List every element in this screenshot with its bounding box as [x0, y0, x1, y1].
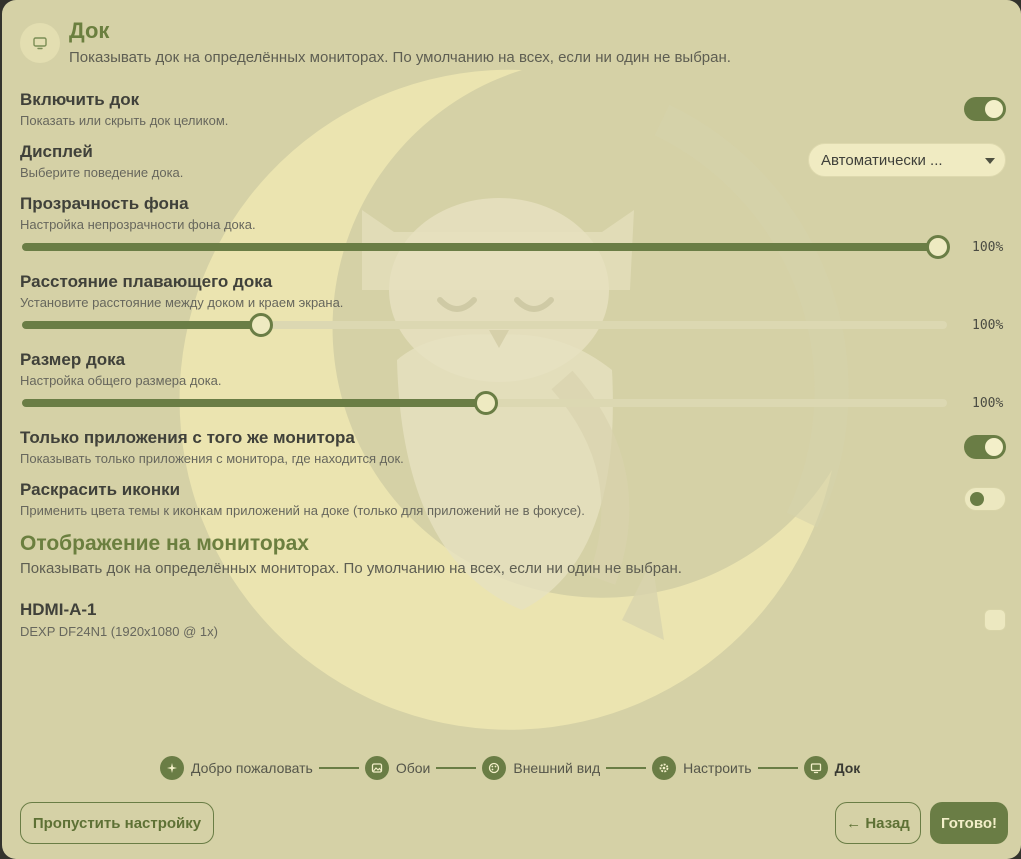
- done-button[interactable]: Готово!: [930, 802, 1008, 844]
- setting-description: Применить цвета темы к иконкам приложени…: [20, 503, 585, 518]
- setting-title: Прозрачность фона: [20, 194, 189, 213]
- toggle-knob: [970, 492, 984, 506]
- step-welcome[interactable]: Добро пожаловать: [160, 756, 313, 780]
- step-dock[interactable]: Док: [803, 756, 861, 780]
- dock-size-slider[interactable]: [22, 391, 947, 415]
- setting-title: Дисплей: [20, 142, 93, 161]
- slider-thumb[interactable]: [925, 235, 950, 259]
- setting-description: Настройка общего размера дока.: [20, 373, 222, 388]
- dock-size-value: 100%: [972, 396, 1004, 411]
- skip-setup-button[interactable]: Пропустить настройку: [20, 802, 214, 844]
- slider-thumb[interactable]: [248, 313, 273, 337]
- setting-description: Выберите поведение дока.: [20, 165, 184, 180]
- slider-fill: [22, 399, 487, 407]
- floating-distance-value: 100%: [972, 318, 1004, 333]
- step-label: Обои: [395, 760, 431, 776]
- palette-icon: [482, 756, 507, 780]
- setting-description: Установите расстояние между доком и крае…: [20, 295, 344, 310]
- step-label: Док: [834, 760, 861, 776]
- setting-bg-opacity: Прозрачность фона Настройка непрозрачнос…: [20, 194, 256, 232]
- enable-dock-toggle[interactable]: [964, 97, 1006, 121]
- step-connector: [318, 767, 359, 769]
- dropdown-value: Автоматически ...: [821, 152, 943, 169]
- setting-description: Настройка непрозрачности фона дока.: [20, 217, 256, 232]
- gear-icon: [652, 756, 677, 780]
- section-title: Отображение на мониторах: [20, 532, 309, 555]
- setting-floating-distance: Расстояние плавающего дока Установите ра…: [20, 272, 343, 310]
- setting-title: Раскрасить иконки: [20, 480, 181, 499]
- setting-title: Расстояние плавающего дока: [20, 272, 273, 291]
- display-mode-dropdown[interactable]: Автоматически ...: [808, 143, 1006, 177]
- setting-title: Только приложения с того же монитора: [20, 428, 355, 447]
- setting-enable-dock: Включить док Показать или скрыть док цел…: [20, 90, 228, 128]
- step-connector: [757, 767, 798, 769]
- setting-display: Дисплей Выберите поведение дока.: [20, 142, 183, 180]
- setting-dock-size: Размер дока Настройка общего размера док…: [20, 350, 222, 388]
- page-subtitle: Показывать док на определённых мониторах…: [69, 49, 731, 66]
- setting-colorize-icons: Раскрасить иконки Применить цвета темы к…: [20, 480, 585, 518]
- sparkles-icon: [160, 756, 184, 780]
- step-wallpaper[interactable]: Обои: [364, 756, 431, 780]
- slider-fill: [22, 321, 261, 329]
- toggle-knob: [985, 100, 1003, 118]
- bg-opacity-value: 100%: [972, 240, 1004, 255]
- toggle-knob: [985, 438, 1003, 456]
- back-button[interactable]: ← Назад: [835, 802, 921, 844]
- colorize-icons-toggle[interactable]: [964, 487, 1006, 511]
- setting-title: Размер дока: [20, 350, 126, 369]
- bg-opacity-slider[interactable]: [22, 235, 950, 259]
- setup-window: Док Показывать док на определённых монит…: [2, 0, 1021, 859]
- slider-thumb[interactable]: [474, 391, 499, 415]
- step-customize[interactable]: Настроить: [652, 756, 752, 780]
- monitor-name: HDMI-A-1: [20, 600, 97, 619]
- image-icon: [364, 756, 389, 780]
- page-title: Док: [69, 18, 110, 43]
- chevron-down-icon: [985, 158, 995, 164]
- step-connector: [436, 767, 477, 769]
- slider-fill: [22, 243, 938, 251]
- step-label: Внешний вид: [513, 760, 601, 776]
- setting-same-monitor: Только приложения с того же монитора Пок…: [20, 428, 404, 466]
- step-connector: [606, 767, 647, 769]
- section-description: Показывать док на определённых мониторах…: [20, 560, 682, 577]
- setting-title: Включить док: [20, 90, 140, 109]
- monitor-icon: [20, 23, 60, 63]
- floating-distance-slider[interactable]: [22, 313, 947, 337]
- monitor-description: DEXP DF24N1 (1920x1080 @ 1x): [20, 624, 218, 639]
- setup-stepper: Добро пожаловать Обои Внешний вид Настро…: [160, 755, 860, 781]
- step-label: Добро пожаловать: [191, 760, 313, 776]
- setting-description: Показать или скрыть док целиком.: [20, 113, 229, 128]
- monitor-icon: [803, 756, 828, 780]
- same-monitor-toggle[interactable]: [964, 435, 1006, 459]
- setting-description: Показывать только приложения с монитора,…: [20, 451, 404, 466]
- step-label: Настроить: [683, 760, 752, 776]
- step-appearance[interactable]: Внешний вид: [482, 756, 600, 780]
- monitor-checkbox[interactable]: [984, 609, 1006, 631]
